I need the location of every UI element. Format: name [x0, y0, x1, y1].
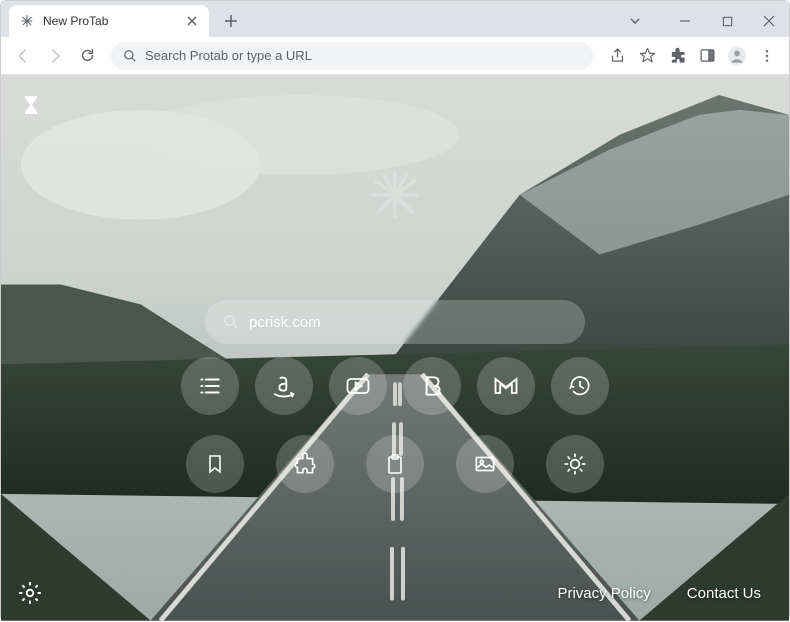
gmail-icon [492, 372, 520, 400]
settings-button[interactable] [17, 580, 43, 606]
reload-button[interactable] [73, 42, 101, 70]
plus-icon [224, 14, 238, 28]
maximize-button[interactable] [715, 9, 739, 33]
shortcut-youtube[interactable] [329, 357, 387, 415]
shortcuts-grid [181, 357, 609, 493]
close-icon [763, 15, 775, 27]
tab-dropdown-button[interactable] [623, 9, 647, 33]
youtube-icon [344, 372, 372, 400]
contact-link[interactable]: Contact Us [687, 585, 761, 602]
shortcut-list[interactable] [181, 357, 239, 415]
avatar-icon [727, 46, 747, 66]
arrow-right-icon [46, 47, 64, 65]
search-icon [123, 49, 137, 63]
footer-links: Privacy Policy Contact Us [557, 585, 761, 602]
browser-tab[interactable]: New ProTab [9, 5, 209, 37]
new-tab-page: Privacy Policy Contact Us [1, 75, 789, 622]
page-search-input[interactable] [249, 314, 567, 331]
profile-button[interactable] [723, 42, 751, 70]
titlebar: New ProTab [1, 1, 789, 37]
close-icon [187, 16, 197, 26]
star-icon [639, 47, 656, 64]
url-bar[interactable]: Search Protab or type a URL [111, 42, 593, 70]
kebab-icon [759, 48, 775, 64]
bookmark-icon [203, 452, 227, 476]
minimize-icon [679, 15, 691, 27]
share-icon [609, 47, 626, 64]
shortcut-history[interactable] [551, 357, 609, 415]
close-window-button[interactable] [757, 9, 781, 33]
chevron-down-icon [628, 14, 642, 28]
url-placeholder: Search Protab or type a URL [145, 48, 312, 63]
protab-favicon-icon [19, 13, 35, 29]
new-tab-button[interactable] [217, 7, 245, 35]
page-search-bar[interactable] [205, 300, 585, 344]
image-icon [472, 451, 498, 477]
booking-icon [419, 373, 445, 399]
menu-button[interactable] [753, 42, 781, 70]
share-button[interactable] [603, 42, 631, 70]
window-controls [623, 9, 781, 33]
hourglass-icon [19, 93, 43, 117]
privacy-link[interactable]: Privacy Policy [557, 585, 650, 602]
shortcut-bookmarks[interactable] [186, 435, 244, 493]
maximize-icon [722, 16, 733, 27]
brightness-icon [562, 451, 588, 477]
bookmark-star-button[interactable] [633, 42, 661, 70]
shortcut-booking[interactable] [403, 357, 461, 415]
minimize-button[interactable] [673, 9, 697, 33]
shortcut-gmail[interactable] [477, 357, 535, 415]
side-panel-button[interactable] [693, 42, 721, 70]
gear-icon [17, 580, 43, 606]
puzzle-icon [669, 47, 686, 64]
arrow-left-icon [14, 47, 32, 65]
browser-toolbar: Search Protab or type a URL [1, 37, 789, 75]
forward-button[interactable] [41, 42, 69, 70]
search-icon [223, 314, 239, 330]
shortcut-extensions[interactable] [276, 435, 334, 493]
shortcut-gallery[interactable] [456, 435, 514, 493]
list-icon [197, 373, 223, 399]
history-icon [567, 373, 593, 399]
reload-icon [79, 47, 96, 64]
tab-close-button[interactable] [185, 14, 199, 28]
tab-title: New ProTab [43, 14, 108, 28]
amazon-icon [270, 372, 298, 400]
clipboard-icon [383, 452, 407, 476]
extensions-button[interactable] [663, 42, 691, 70]
extension-icon [292, 451, 318, 477]
shortcut-clipboard[interactable] [366, 435, 424, 493]
protab-logo-icon [360, 160, 430, 230]
timer-button[interactable] [19, 93, 43, 117]
shortcut-brightness[interactable] [546, 435, 604, 493]
back-button[interactable] [9, 42, 37, 70]
panel-icon [699, 47, 716, 64]
shortcut-amazon[interactable] [255, 357, 313, 415]
